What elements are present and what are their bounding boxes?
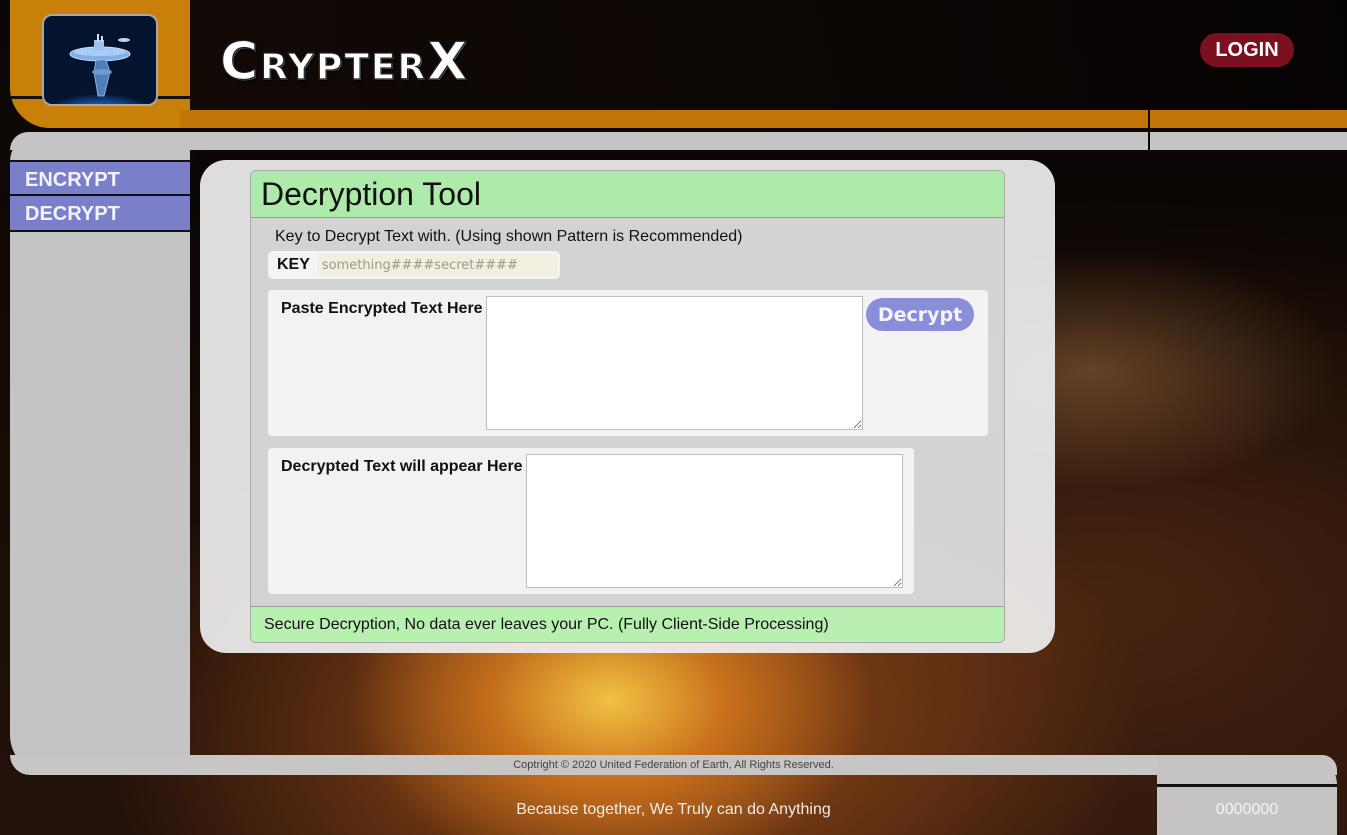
decrypted-text-output[interactable]	[526, 454, 903, 588]
footer-motto: Because together, We Truly can do Anythi…	[516, 801, 831, 818]
space-station-icon	[69, 34, 131, 97]
key-input[interactable]	[316, 254, 557, 276]
security-note: Secure Decryption, No data ever leaves y…	[251, 606, 1004, 642]
brand-logo-text: C RYPTER X	[219, 32, 470, 92]
decrypted-output-label: Decrypted Text will appear Here	[281, 458, 523, 475]
site-logo[interactable]	[42, 14, 158, 106]
sidebar-item-decrypt[interactable]: DECRYPT	[10, 196, 190, 232]
content-frame-top-right	[1150, 132, 1347, 150]
encrypted-input-section: Paste Encrypted Text Here Decrypt	[268, 290, 988, 436]
header-frame-bar-right	[1150, 110, 1347, 128]
encrypted-text-input[interactable]	[486, 296, 863, 430]
header-frame-bar	[180, 110, 1148, 128]
sidebar-item-encrypt[interactable]: ENCRYPT	[10, 160, 190, 196]
copyright-text: Coptright © 2020 United Federation of Ea…	[513, 759, 834, 771]
footer-frame-divider	[1157, 784, 1337, 787]
decrypt-button[interactable]: Decrypt	[866, 298, 974, 331]
login-button[interactable]: LOGIN	[1200, 33, 1294, 67]
key-input-group: KEY	[268, 251, 560, 279]
brand-initial: C	[219, 32, 261, 92]
key-label: KEY	[277, 256, 310, 273]
decrypted-output-section: Decrypted Text will appear Here	[268, 448, 914, 594]
visitor-counter: 0000000	[1215, 801, 1279, 818]
sidebar-nav: ENCRYPT DECRYPT	[10, 160, 190, 232]
content-frame-top	[10, 132, 1148, 150]
brand-final: X	[427, 32, 470, 92]
key-caption: Key to Decrypt Text with. (Using shown P…	[275, 228, 743, 245]
brand-middle: RYPTER	[260, 47, 428, 88]
decryption-tool-card: Decryption Tool Key to Decrypt Text with…	[250, 170, 1005, 643]
encrypted-input-label: Paste Encrypted Text Here	[281, 300, 483, 317]
page-title: Decryption Tool	[251, 171, 1004, 218]
